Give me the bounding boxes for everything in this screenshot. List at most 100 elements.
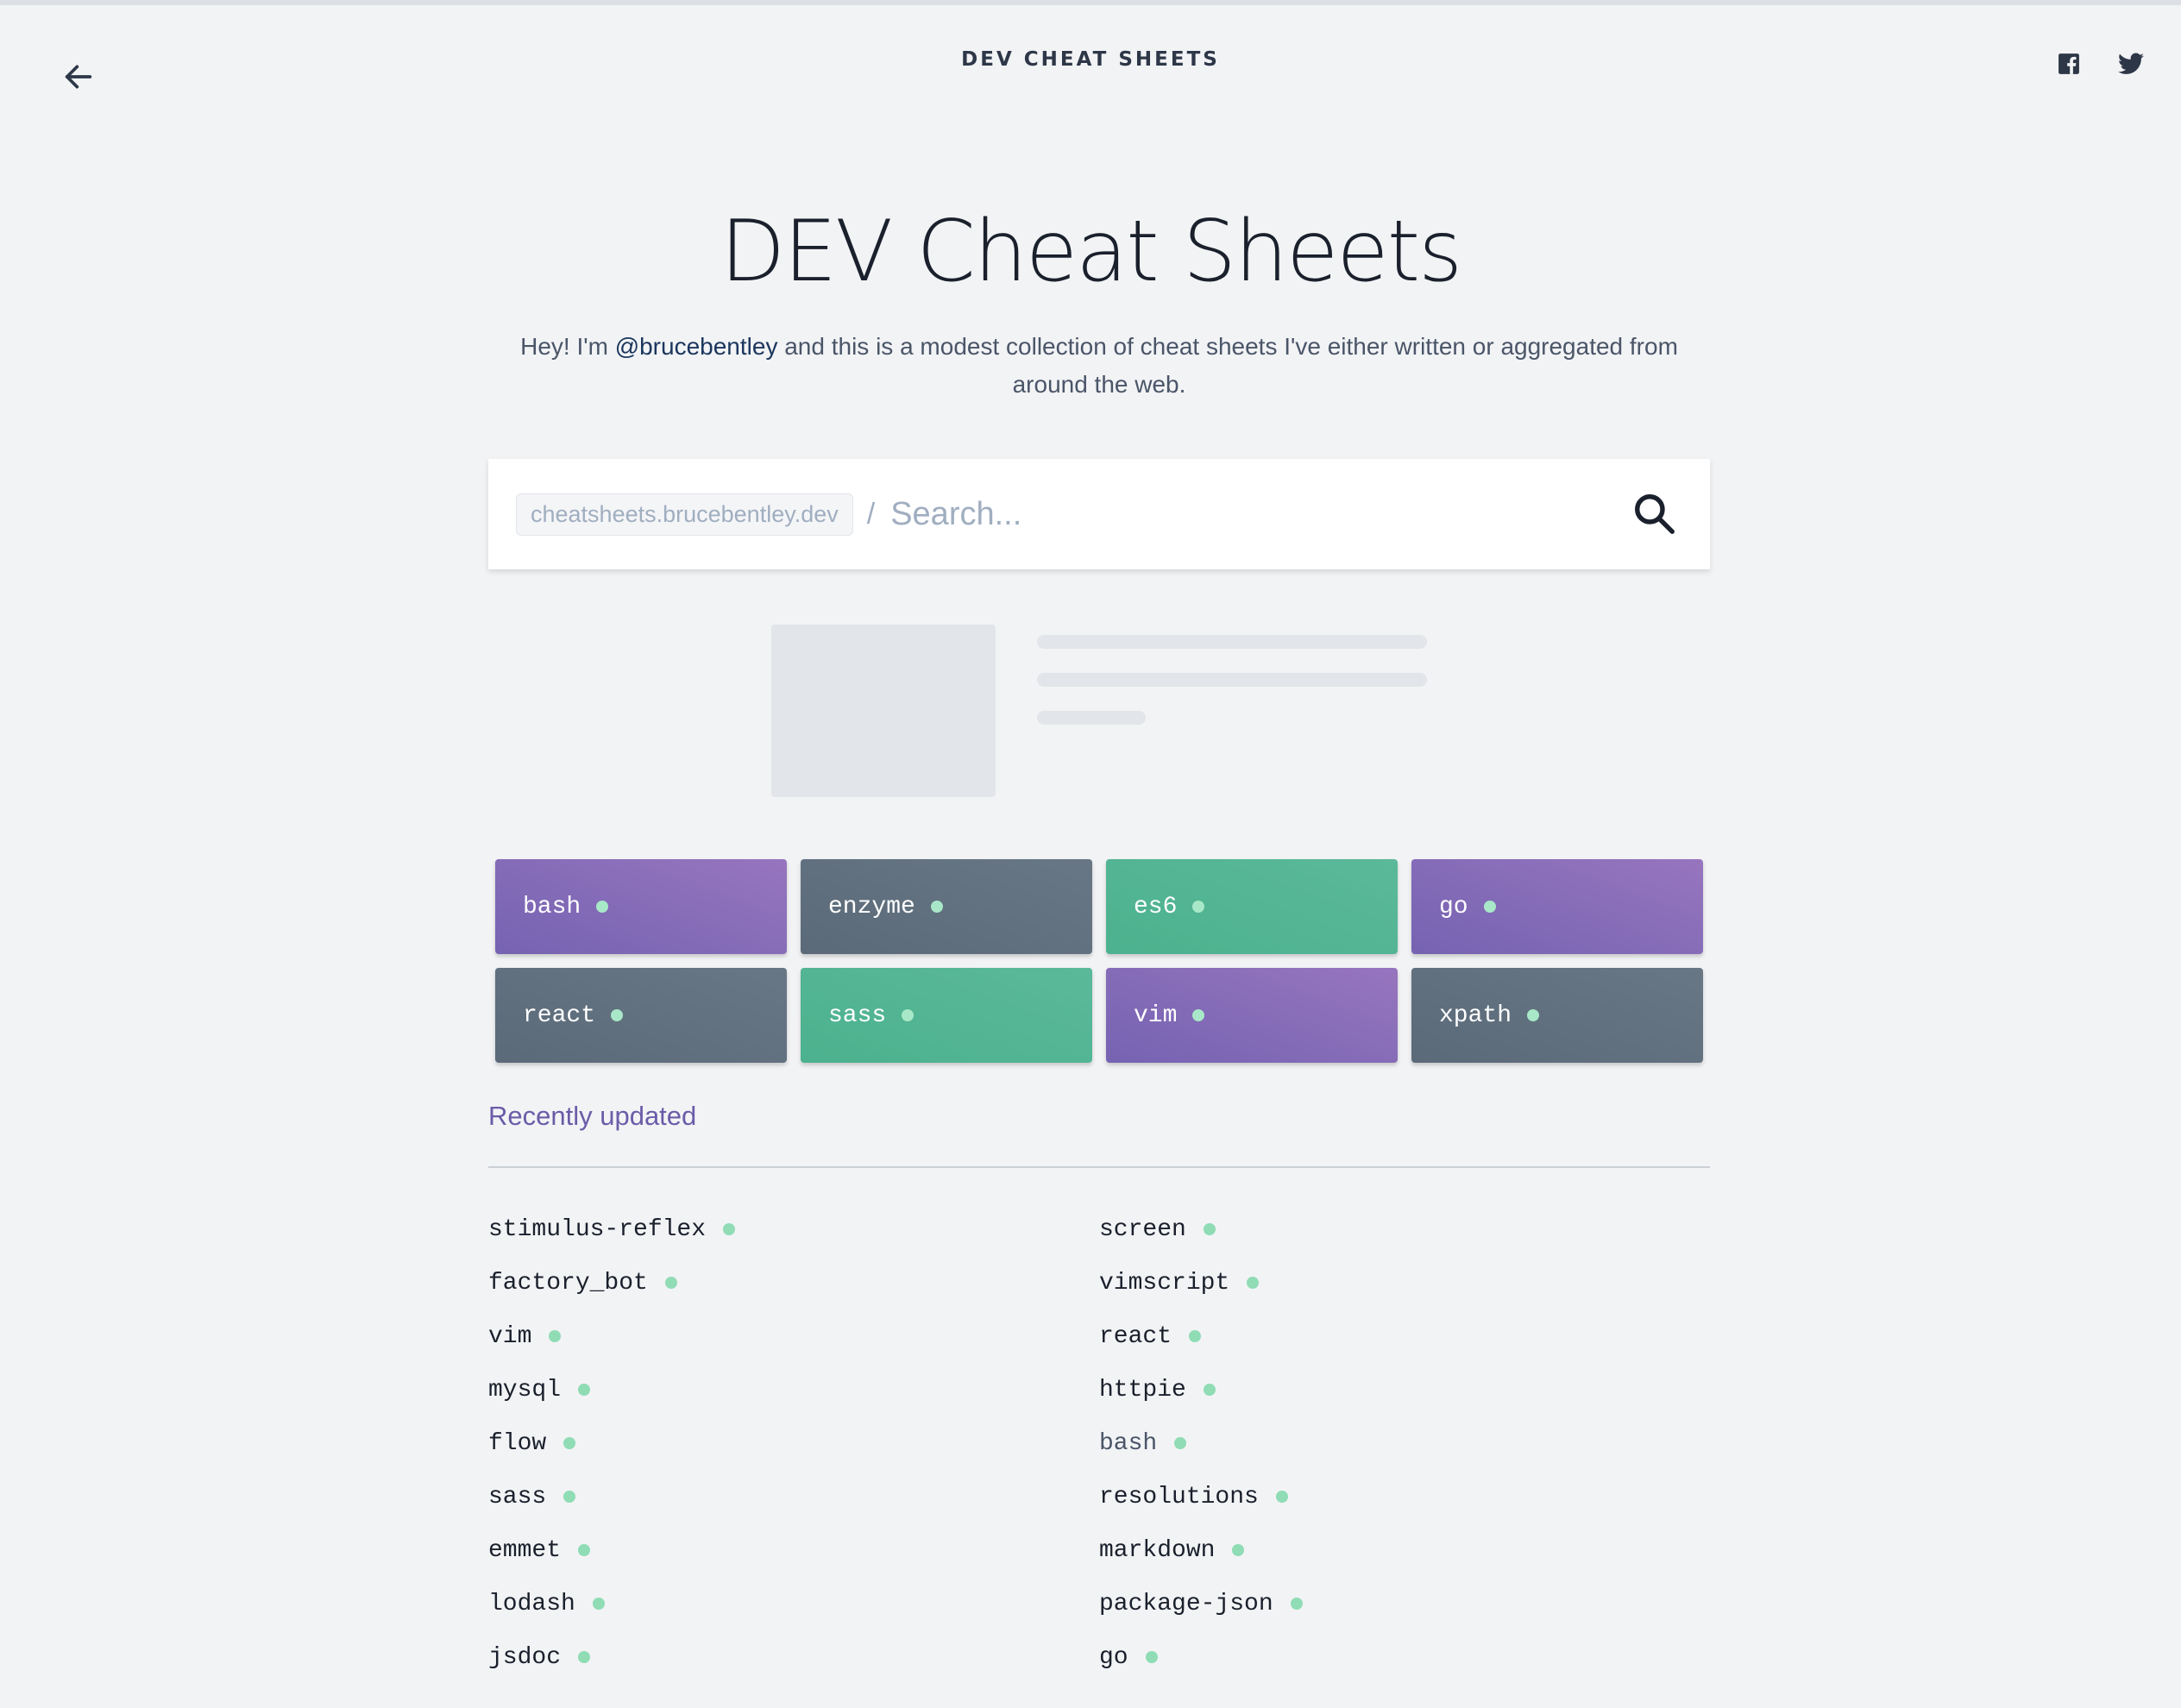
recent-item-label: markdown [1099,1536,1216,1564]
recent-item-label: lodash [488,1590,575,1617]
recent-item[interactable]: httpie [1099,1363,1703,1416]
author-link[interactable]: @brucebentley [615,333,778,360]
recent-item[interactable]: sass [488,1470,1092,1523]
loading-image-placeholder [771,625,996,797]
recent-item-label: stimulus-reflex [488,1215,707,1243]
recent-item-label: jsdoc [488,1643,562,1671]
status-dot [1247,1277,1260,1289]
recent-item-label: bash [1099,1429,1158,1457]
recent-item[interactable]: flow [488,1416,1092,1470]
recent-list-right: screen vimscript react httpie bash resol… [1099,1203,1703,1684]
intro-text-start: Hey! I'm [520,333,615,360]
status-dot [723,1223,736,1235]
recent-item-label: react [1099,1322,1172,1350]
featured-tile-bash[interactable]: bash [495,859,787,954]
recent-item-label: flow [488,1429,547,1457]
recent-item[interactable]: markdown [1099,1523,1703,1577]
tile-label: xpath [1439,1002,1512,1029]
domain-chip: cheatsheets.brucebentley.dev [516,493,853,536]
loading-text-placeholder [1037,673,1427,687]
recent-item[interactable]: emmet [488,1523,1092,1577]
recent-item-label: mysql [488,1376,562,1403]
intro-text-end: and this is a modest collection of cheat… [777,333,1678,398]
status-dot [902,1009,915,1021]
facebook-link[interactable] [2053,48,2084,79]
status-dot [1203,1384,1216,1396]
status-dot [1290,1598,1303,1610]
featured-tile-sass[interactable]: sass [801,968,1092,1063]
recent-item-label: vim [488,1322,532,1350]
search-button[interactable] [1629,488,1681,540]
featured-grid: bash enzyme es6 go react sass vim xpath [495,859,1703,1063]
status-dot [596,901,609,913]
recent-item[interactable]: vimscript [1099,1256,1703,1309]
status-dot [578,1544,591,1556]
recent-item[interactable]: screen [1099,1203,1703,1256]
featured-tile-vim[interactable]: vim [1106,968,1398,1063]
facebook-icon [2058,53,2079,74]
tile-label: vim [1134,1002,1178,1029]
social-links [2053,48,2146,79]
featured-tile-xpath[interactable]: xpath [1411,968,1703,1063]
recent-item[interactable]: lodash [488,1577,1092,1630]
status-dot [578,1384,591,1396]
status-dot [1203,1223,1216,1235]
recent-item-hovered[interactable]: bash [1099,1416,1703,1470]
featured-tile-go[interactable]: go [1411,859,1703,954]
recent-item-label: emmet [488,1536,562,1564]
loading-text-placeholder [1037,635,1427,649]
tile-label: sass [828,1002,887,1029]
search-input[interactable] [889,494,1629,534]
status-dot [664,1277,677,1289]
recent-item-label: vimscript [1099,1269,1230,1297]
recent-item[interactable]: vim [488,1309,1092,1363]
recent-item[interactable]: stimulus-reflex [488,1203,1092,1256]
status-dot [930,901,943,913]
tile-label: react [523,1002,596,1029]
recent-item[interactable]: factory_bot [488,1256,1092,1309]
recent-item-label: factory_bot [488,1269,648,1297]
status-dot [1145,1651,1158,1663]
status-dot [1174,1437,1187,1449]
status-dot [549,1330,562,1342]
search-icon [1635,494,1675,534]
status-dot [1275,1491,1288,1503]
recent-item[interactable]: go [1099,1630,1703,1684]
intro-text: Hey! I'm @brucebentley and this is a mod… [488,328,1710,404]
status-dot [611,1009,624,1021]
status-dot [1189,1330,1202,1342]
recently-updated-heading: Recently updated [488,1101,697,1131]
featured-tile-enzyme[interactable]: enzyme [801,859,1092,954]
recent-item[interactable]: mysql [488,1363,1092,1416]
recent-item-label: httpie [1099,1376,1186,1403]
status-dot [578,1651,591,1663]
status-dot [1483,901,1496,913]
status-dot [1192,1009,1205,1021]
status-dot [592,1598,605,1610]
recent-item-label: sass [488,1483,547,1510]
recent-item[interactable]: react [1099,1309,1703,1363]
twitter-link[interactable] [2115,48,2146,79]
tile-label: enzyme [828,893,915,920]
loading-text-placeholder [1037,711,1146,725]
recent-item-label: package-json [1099,1590,1273,1617]
top-border [0,0,2181,5]
status-dot [1232,1544,1245,1556]
recent-item[interactable]: resolutions [1099,1470,1703,1523]
featured-tile-react[interactable]: react [495,968,787,1063]
recent-item[interactable]: package-json [1099,1577,1703,1630]
section-divider [488,1166,1710,1168]
recent-item-label: resolutions [1099,1483,1259,1510]
status-dot [1527,1009,1540,1021]
recent-item[interactable]: jsdoc [488,1630,1092,1684]
search-bar: cheatsheets.brucebentley.dev / [488,459,1710,569]
twitter-icon [2118,53,2144,74]
tile-label: es6 [1134,893,1178,920]
tile-label: go [1439,893,1468,920]
tile-label: bash [523,893,581,920]
featured-tile-es6[interactable]: es6 [1106,859,1398,954]
site-brand[interactable]: DEV CHEAT SHEETS [0,48,2181,71]
path-separator: / [866,497,876,531]
recent-list-left: stimulus-reflex factory_bot vim mysql fl… [488,1203,1092,1684]
status-dot [563,1491,576,1503]
